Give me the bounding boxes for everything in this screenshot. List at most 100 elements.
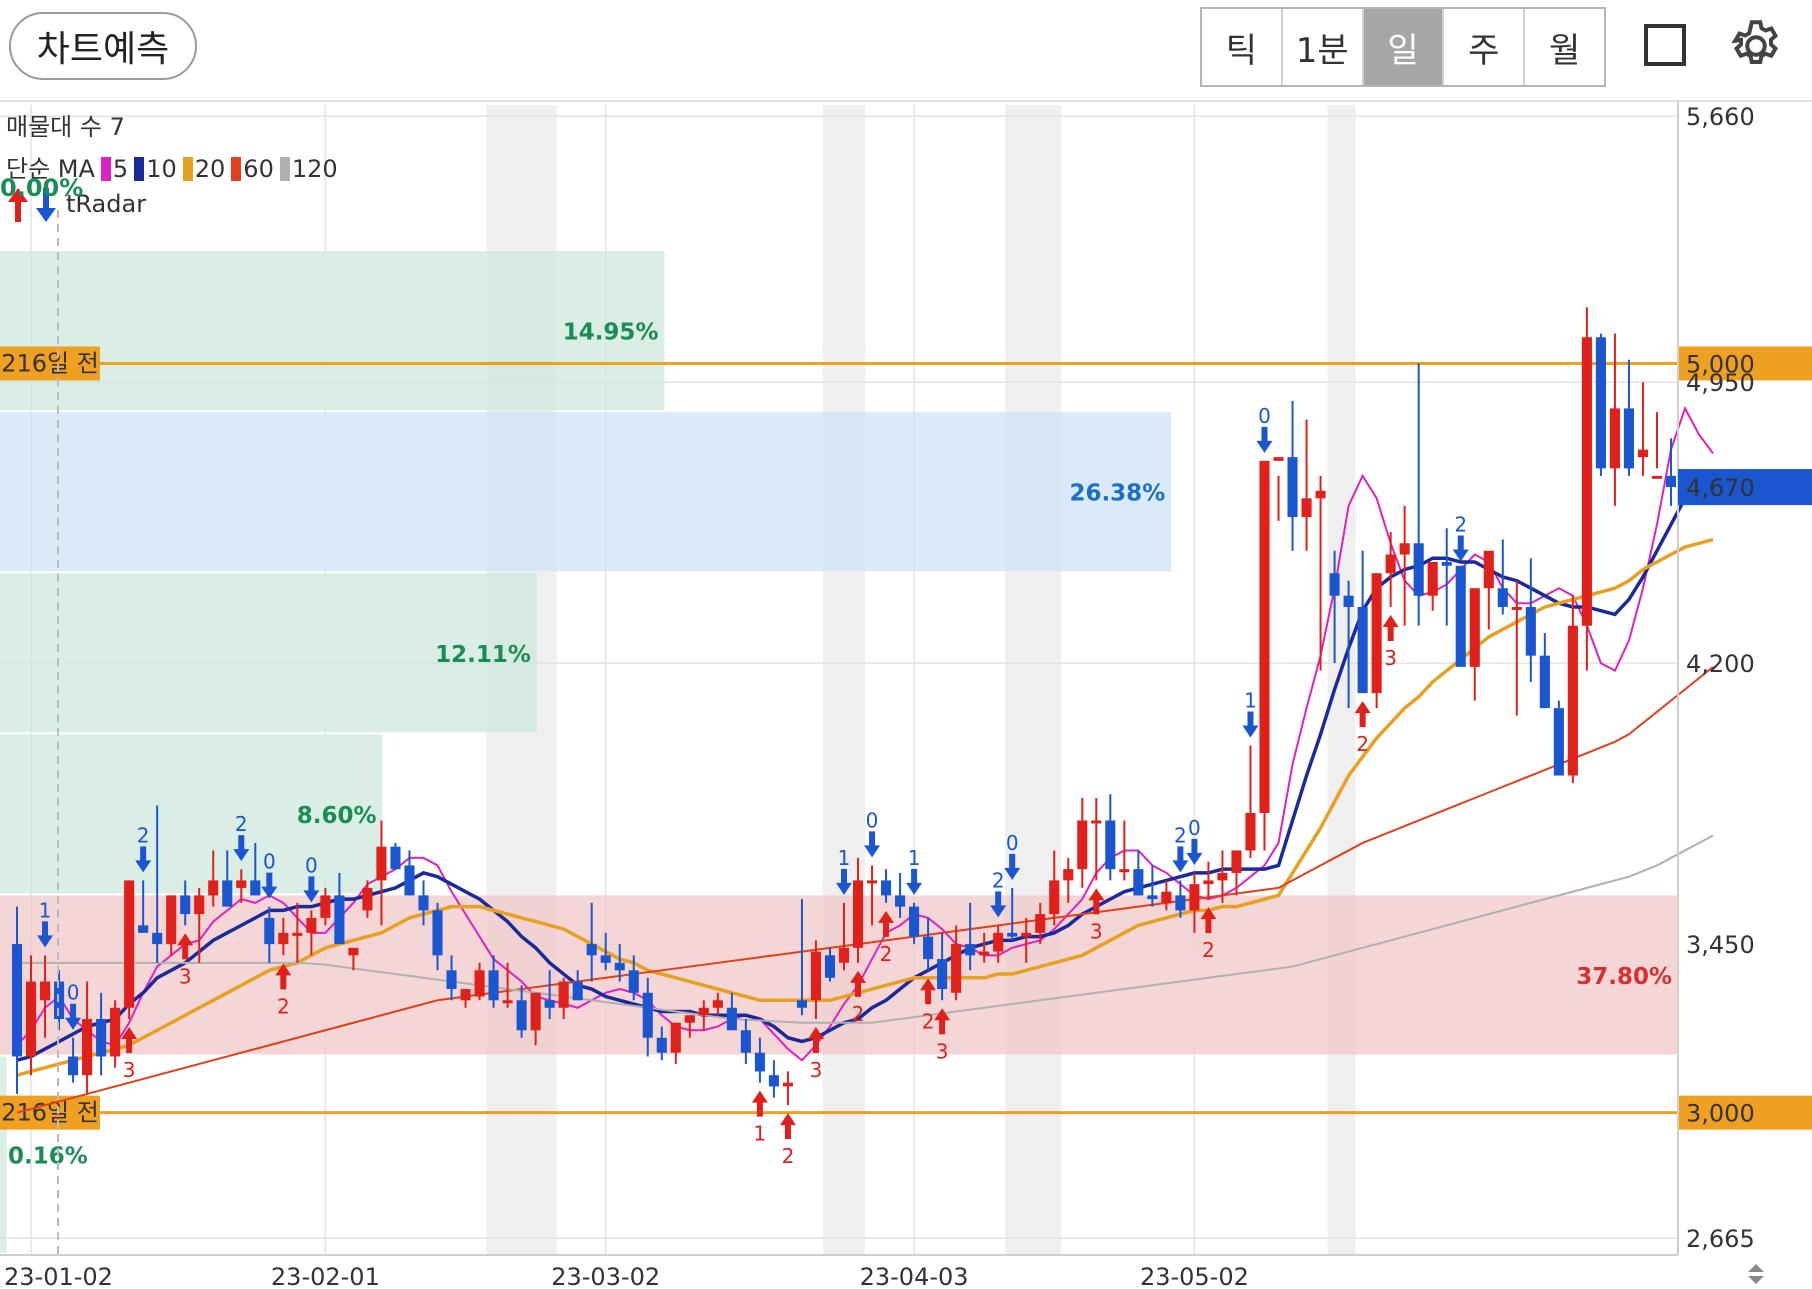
candle-body: [1231, 850, 1242, 873]
signal-count-label: 1: [754, 1122, 767, 1146]
candle-body: [881, 880, 892, 896]
candle-body: [951, 944, 962, 993]
signal-count-label: 3: [810, 1058, 823, 1082]
x-tick-label: 23-02-01: [271, 1263, 380, 1289]
fullscreen-icon[interactable]: [1644, 24, 1686, 66]
candle-body: [432, 910, 443, 956]
candle-body: [614, 962, 625, 971]
signal-count-label: 2: [137, 823, 150, 847]
signal-count-label: 0: [1258, 404, 1271, 428]
signal-down-arrow-icon: [864, 831, 881, 858]
signal-down-arrow-icon: [1452, 535, 1469, 562]
candle-body: [558, 981, 569, 1008]
signal-count-label: 1: [838, 846, 851, 870]
candle-body: [1049, 880, 1060, 915]
candle-body: [1105, 820, 1116, 870]
price-chart[interactable]: 37.80% 8.60% 12.11% 26.38% 14.95% 0.16% 216일 전…: [0, 100, 1812, 1289]
candle-body: [1077, 820, 1088, 870]
candle-body: [1203, 880, 1214, 885]
ma20-swatch: [182, 157, 193, 181]
candle-body: [306, 917, 317, 933]
signal-count-label: 0: [1188, 816, 1201, 840]
candle-body: [1567, 625, 1578, 776]
candle-body: [909, 906, 920, 937]
signal-count-label: 0: [1006, 831, 1019, 855]
candle-body: [810, 951, 822, 1001]
tab-day[interactable]: 일: [1363, 9, 1445, 85]
candle-body: [712, 1000, 723, 1008]
highlight-column: [1327, 105, 1356, 1255]
signal-down-arrow-icon: [906, 868, 923, 895]
candle-body: [1217, 872, 1228, 881]
signal-count-label: 2: [1356, 732, 1369, 756]
x-tick-label: 23-01-02: [4, 1263, 113, 1289]
signal-count-label: 1: [1244, 689, 1257, 713]
candle-body: [1371, 573, 1382, 694]
candle-body: [1245, 812, 1256, 851]
candle-body: [1413, 543, 1424, 596]
candle-body: [264, 917, 275, 945]
candle-body: [96, 1019, 107, 1057]
volume-profile-percent: 0.16%: [8, 1144, 88, 1170]
candle-body: [516, 1000, 527, 1031]
candle-body: [782, 1082, 793, 1087]
gear-icon[interactable]: [1726, 16, 1786, 76]
candle-body: [937, 959, 948, 990]
candle-body: [82, 1019, 93, 1076]
signal-down-arrow-icon: [1256, 426, 1273, 453]
candle-body: [866, 880, 878, 884]
volume-profile-label: 매물대 수 7: [6, 113, 125, 141]
candle-body: [852, 880, 864, 948]
chart-predict-button[interactable]: 차트예측: [9, 12, 197, 80]
candle-body: [390, 846, 401, 870]
candle-body: [1091, 820, 1102, 824]
candle-body: [1119, 869, 1130, 873]
volume-profile-percent: 37.80%: [1576, 964, 1672, 990]
candle-body: [684, 1015, 695, 1023]
tab-tick[interactable]: 틱: [1202, 9, 1283, 85]
signal-count-label: 2: [235, 812, 248, 836]
volume-profile-percent: 12.11%: [435, 642, 531, 668]
candle-body: [670, 1022, 681, 1053]
candle-body: [1315, 490, 1326, 499]
candle-body: [250, 880, 261, 896]
signal-count-label: 3: [123, 1058, 136, 1082]
tab-1min[interactable]: 1분: [1283, 9, 1364, 85]
candle-body: [1343, 595, 1354, 607]
signal-count-label: 0: [263, 850, 276, 874]
candle-body: [740, 1030, 751, 1053]
x-tick-label: 23-05-02: [1140, 1263, 1249, 1289]
tab-week[interactable]: 주: [1444, 9, 1526, 85]
candle-body: [1609, 408, 1620, 469]
candle-body: [292, 932, 303, 936]
signal-count-label: 2: [277, 994, 290, 1018]
candle-body: [1651, 475, 1663, 479]
signal-count-label: 0: [305, 853, 318, 877]
ma60-label: 60: [243, 155, 274, 183]
y-tick-label: 2,665: [1686, 1225, 1755, 1253]
candle-body: [180, 895, 191, 915]
candle-body: [754, 1052, 765, 1072]
period-tabs: 틱 1분 일 주 월: [1200, 7, 1606, 87]
candle-body: [460, 989, 471, 1001]
signal-count-label: 0: [67, 981, 80, 1005]
volume-profile-bar: [0, 1056, 7, 1253]
candle-body: [110, 1007, 121, 1057]
volume-profile-bar: [0, 412, 1172, 572]
volume-profile-percent: 8.60%: [297, 803, 377, 829]
candle-body: [642, 992, 653, 1038]
y-tick-label: 5,660: [1686, 103, 1755, 131]
candle-body: [11, 944, 23, 1057]
tab-month[interactable]: 월: [1525, 9, 1604, 85]
signal-count-label: 3: [936, 1039, 949, 1063]
signal-up-arrow-icon: [779, 1113, 796, 1140]
candle-body: [1357, 606, 1368, 694]
zero-percent-label: 0.00%: [0, 174, 84, 202]
signal-count-label: 2: [1202, 938, 1215, 962]
signal-count-label: 3: [179, 964, 192, 988]
candle-body: [726, 1007, 737, 1031]
candle-body: [348, 947, 359, 956]
candle-body: [488, 970, 499, 1001]
candle-body: [1497, 588, 1508, 607]
y-tick-label: 4,950: [1686, 369, 1755, 397]
